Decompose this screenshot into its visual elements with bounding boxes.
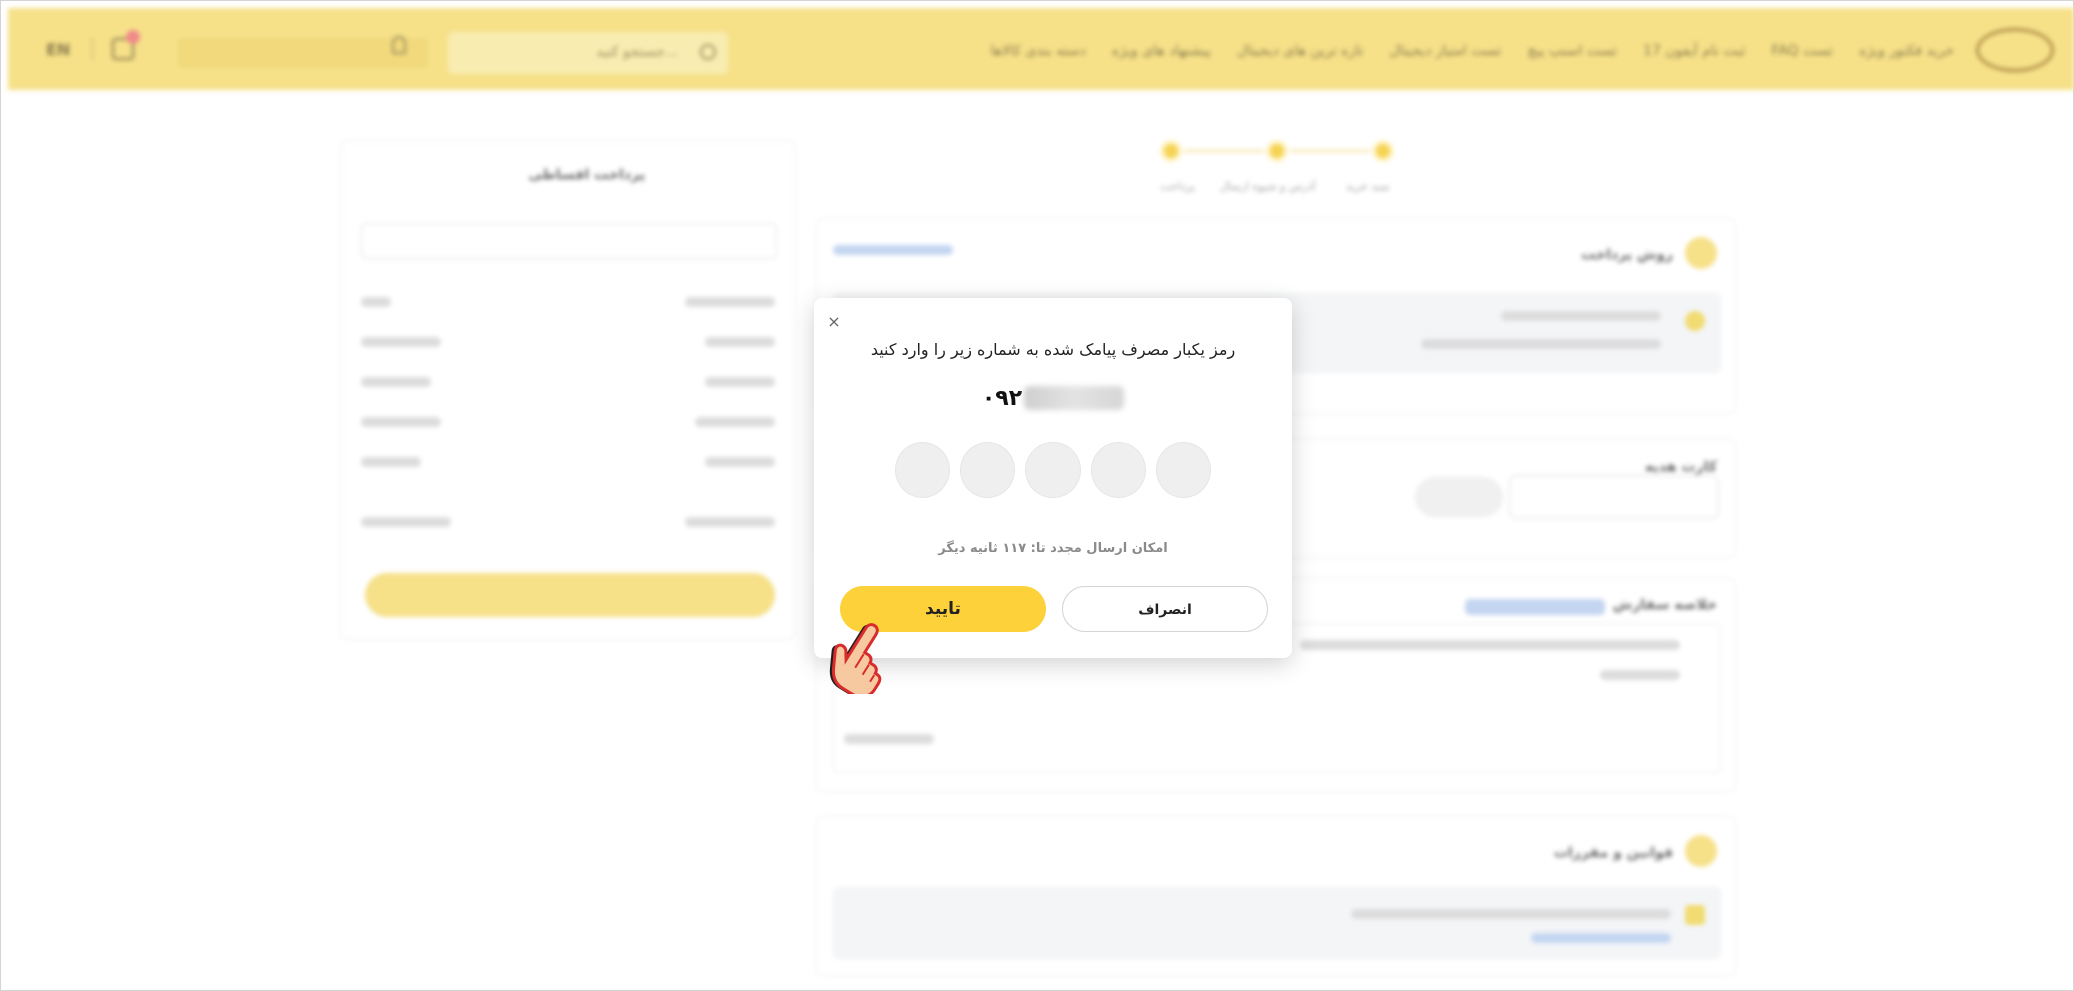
otp-digit-input[interactable]	[895, 442, 951, 498]
otp-input-group	[895, 442, 1212, 498]
otp-digit-input[interactable]	[1025, 442, 1081, 498]
resend-countdown: امکان ارسال مجدد تا: ۱۱۷ ثانیه دیگر	[938, 541, 1168, 556]
otp-digit-input[interactable]	[1155, 442, 1212, 498]
pointer-hand-icon	[829, 623, 882, 694]
otp-digit-input[interactable]	[960, 442, 1016, 498]
phone-redacted	[1024, 386, 1125, 410]
modal-title: رمز یکبار مصرف پیامک شده به شماره زیر را…	[870, 340, 1236, 359]
otp-digit-input[interactable]	[1090, 442, 1146, 498]
phone-prefix: ۰۹۲	[981, 386, 1023, 411]
phone-number: ۰۹۲	[814, 386, 1292, 411]
cancel-button[interactable]: انصراف	[1062, 586, 1268, 632]
close-icon[interactable]: ×	[824, 312, 844, 332]
otp-verification-modal: × رمز یکبار مصرف پیامک شده به شماره زیر …	[814, 298, 1292, 658]
